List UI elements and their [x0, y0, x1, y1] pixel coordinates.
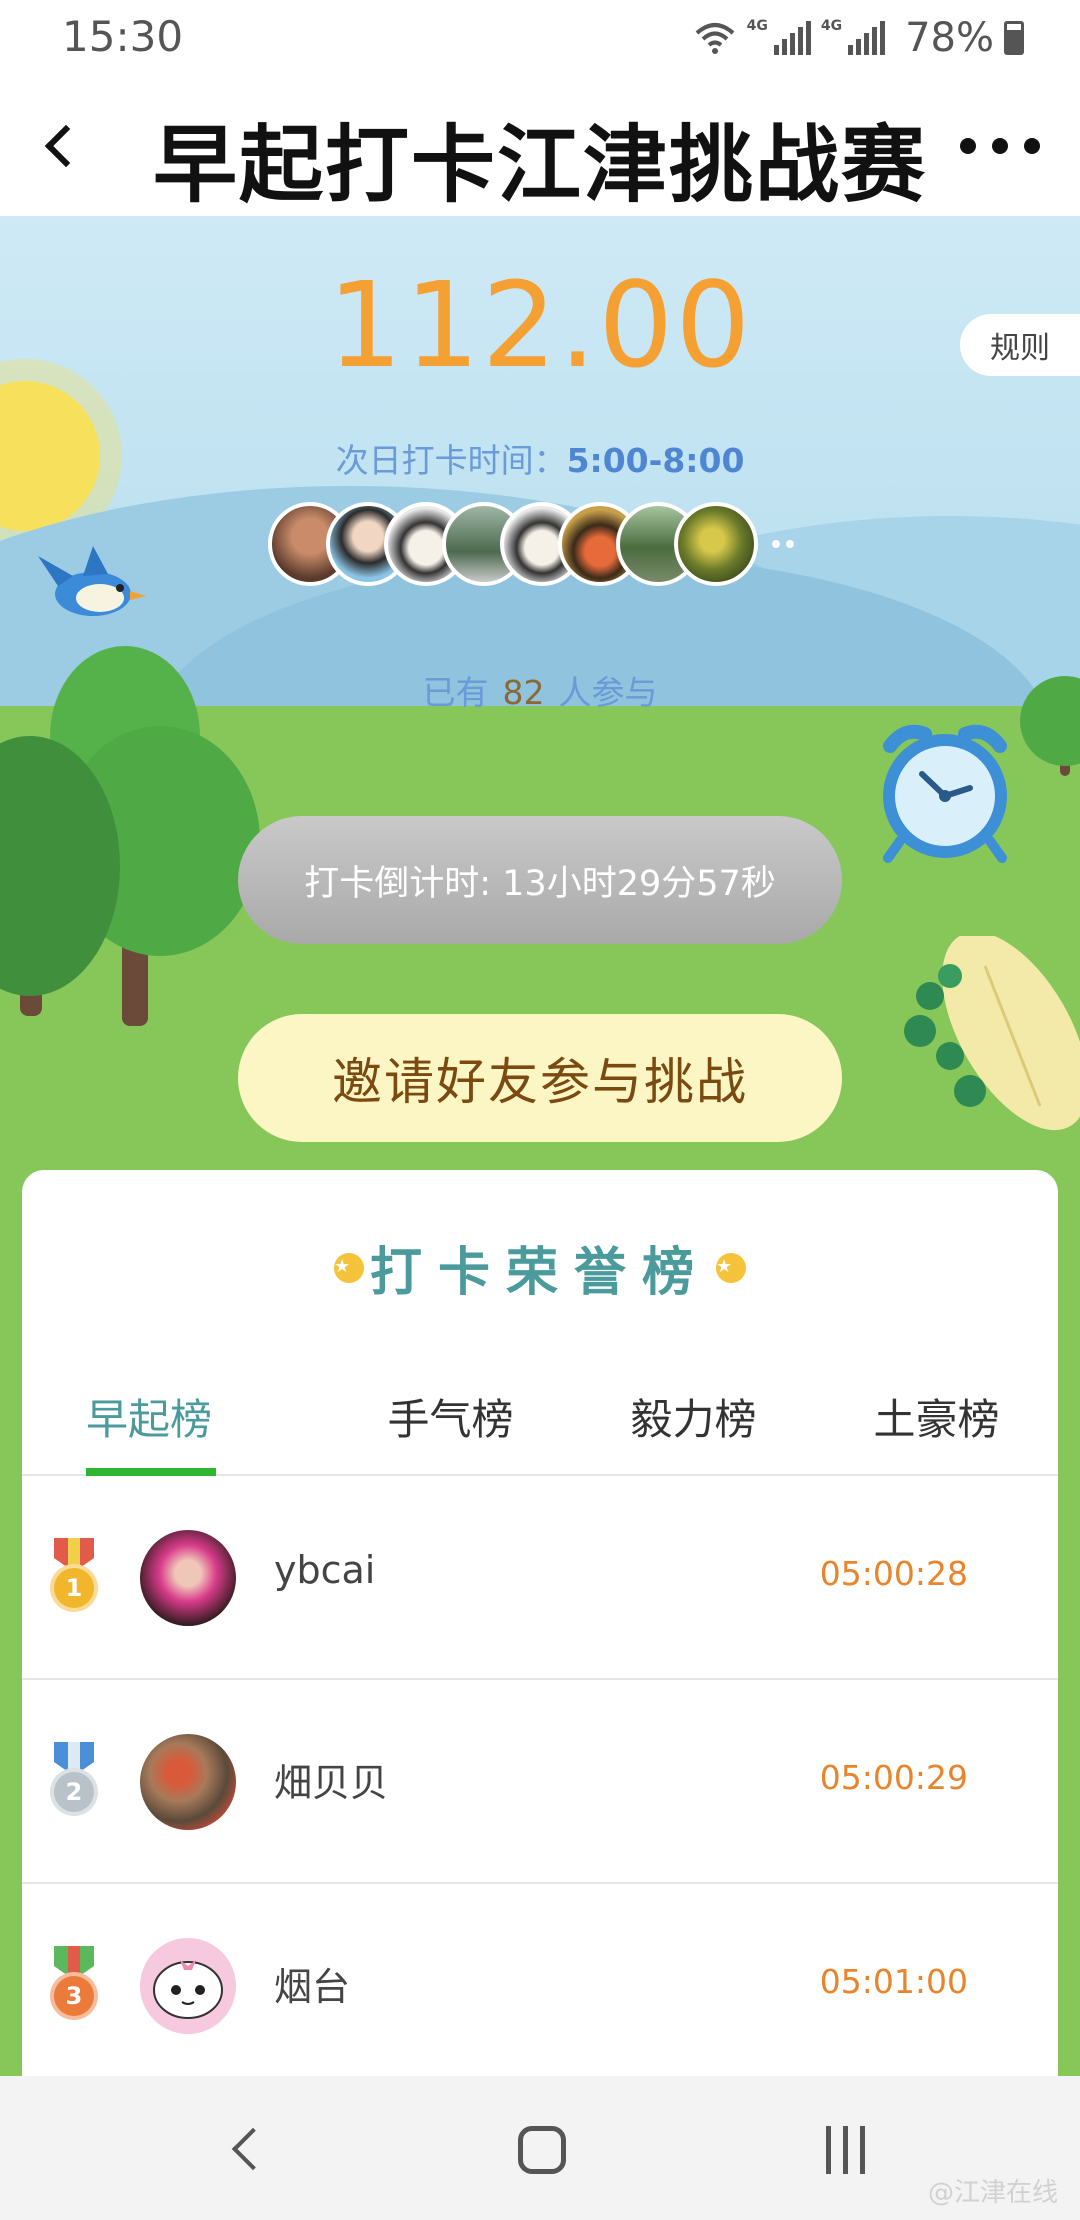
watermark: @江津在线 — [927, 2178, 1058, 2208]
leaderboard-title-text: 打卡荣誉榜 — [369, 1243, 710, 1303]
leaderboard-title: 打卡荣誉榜 — [22, 1230, 1058, 1305]
next-checkin-time: 次日打卡时间：5:00-8:00 — [0, 434, 1080, 482]
medal-icon — [716, 1252, 746, 1283]
signal-icon — [848, 21, 886, 55]
checkin-time: 05:00:28 — [819, 1554, 968, 1593]
avatar — [674, 502, 758, 586]
nav-recents-button[interactable] — [826, 2126, 865, 2174]
back-arrow-icon — [44, 124, 88, 168]
wifi-icon — [695, 23, 734, 54]
network-type-1: 4G — [746, 18, 768, 34]
page-title: 早起打卡江津挑战赛 — [152, 116, 927, 214]
nav-back-button[interactable] — [226, 2126, 275, 2176]
bronze-medal-icon: 3 — [48, 1946, 100, 2026]
leaderboard-tabs: 早起榜 手气榜 毅力榜 土豪榜 — [22, 1370, 1058, 1476]
gold-medal-icon: 1 — [48, 1538, 100, 1618]
battery-percent: 78% — [905, 15, 994, 61]
honor-leaderboard-card: 打卡荣誉榜 早起榜 手气榜 毅力榜 土豪榜 1 ybcai 05:00:28 2… — [22, 1170, 1058, 2110]
participant-avatars[interactable] — [268, 502, 794, 586]
checkin-countdown: 打卡倒计时: 13小时29分57秒 — [238, 816, 842, 944]
rank-list: 1 ybcai 05:00:28 2 畑贝贝 05:00:29 3 烟台 05:… — [22, 1476, 1058, 2088]
avatar — [140, 1530, 236, 1626]
status-icons: 4G 4G 78% — [693, 14, 1024, 62]
tab-luck[interactable]: 手气榜 — [329, 1370, 572, 1474]
more-button[interactable] — [960, 126, 1040, 166]
network-type-2: 4G — [820, 18, 843, 34]
checkin-time: 05:00:29 — [819, 1758, 968, 1797]
nav-home-button[interactable] — [518, 2126, 566, 2174]
invite-friends-button[interactable]: 邀请好友参与挑战 — [238, 1014, 842, 1142]
next-time-label: 次日打卡时间： — [335, 441, 567, 480]
user-name: 畑贝贝 — [274, 1761, 389, 1805]
avatar — [140, 1734, 236, 1830]
rank-number: 3 — [50, 1972, 98, 2020]
more-avatars-icon — [772, 502, 794, 586]
user-name: ybcai — [274, 1548, 376, 1592]
back-chevron-icon — [231, 2127, 275, 2171]
prize-amount: 112.00 — [327, 256, 753, 394]
table-row[interactable]: 1 ybcai 05:00:28 — [22, 1476, 1058, 1680]
rank-number: 1 — [50, 1564, 98, 1612]
table-row[interactable]: 3 烟台 05:01:00 — [22, 1884, 1058, 2088]
status-bar: 15:30 4G 4G 78% — [0, 0, 1080, 76]
user-name: 烟台 — [274, 1965, 351, 2009]
alarm-clock-illustration — [883, 724, 1007, 863]
avatar — [140, 1938, 236, 2034]
back-button[interactable] — [28, 114, 92, 178]
rank-number: 2 — [50, 1768, 98, 1816]
participants-count: 已有 82 人参与 — [0, 666, 1080, 714]
app-header: 早起打卡江津挑战赛 — [0, 76, 1080, 216]
signal-icon — [773, 21, 811, 55]
leaf-illustration — [904, 936, 1080, 1131]
silver-medal-icon: 2 — [48, 1742, 100, 1822]
rules-button[interactable]: 规则 — [960, 314, 1080, 376]
next-time-value: 5:00-8:00 — [566, 441, 745, 480]
participants-prefix: 已有 — [422, 673, 489, 712]
participants-suffix: 人参与 — [558, 673, 658, 712]
table-row[interactable]: 2 畑贝贝 05:00:29 — [22, 1680, 1058, 1884]
more-dots-icon — [960, 138, 976, 154]
tab-early-rise[interactable]: 早起榜 — [22, 1370, 329, 1476]
status-time: 15:30 — [62, 12, 184, 61]
participants-number: 82 — [502, 673, 545, 712]
checkin-time: 05:01:00 — [819, 1962, 968, 2001]
tab-persistence[interactable]: 毅力榜 — [572, 1370, 815, 1474]
tab-tycoon[interactable]: 土豪榜 — [815, 1370, 1058, 1474]
system-nav-bar: @江津在线 — [0, 2076, 1080, 2220]
medal-icon — [333, 1252, 364, 1283]
battery-icon — [1004, 21, 1024, 55]
bird-illustration — [38, 546, 146, 616]
